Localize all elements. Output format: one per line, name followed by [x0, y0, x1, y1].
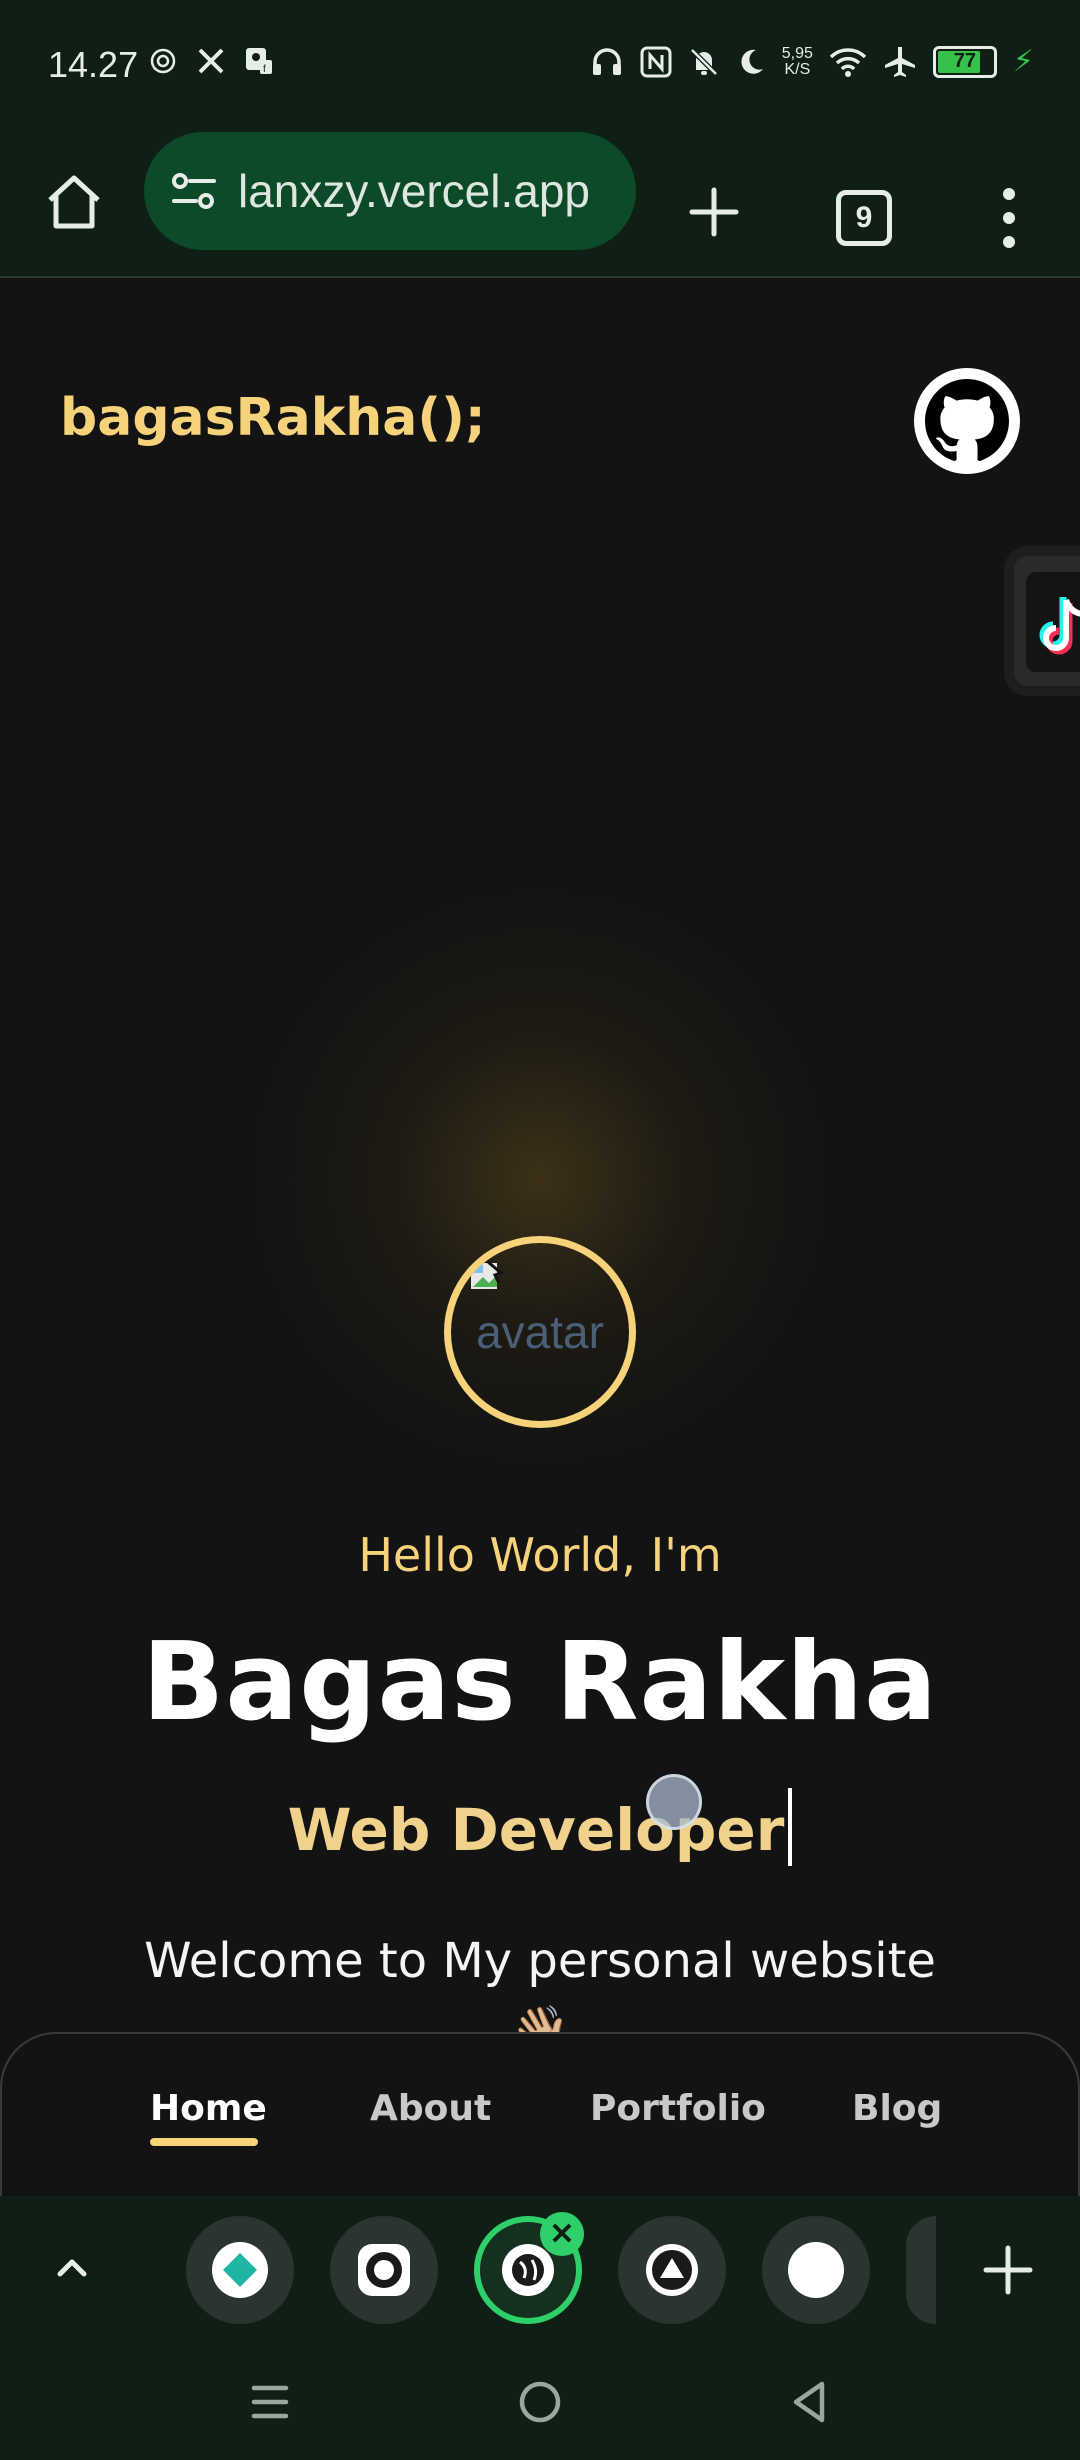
- headset-icon: [592, 47, 621, 75]
- touch-indicator: [646, 1774, 702, 1830]
- greeting-text: Hello World, I'm: [358, 1528, 722, 1582]
- github-icon[interactable]: [914, 368, 1020, 474]
- add-tab-plus-icon[interactable]: [980, 2242, 1036, 2298]
- diamond-favicon-icon: [212, 2242, 268, 2298]
- tab-favicon-diamond[interactable]: [186, 2216, 294, 2324]
- do-not-disturb-moon-icon: [741, 49, 763, 74]
- github-favicon-icon: [358, 2244, 410, 2296]
- hotspot-icon: [150, 48, 176, 74]
- airplane-mode-icon: [884, 46, 915, 77]
- tab-favicon-github[interactable]: [330, 2216, 438, 2324]
- role-text: Web Developer: [287, 1796, 785, 1864]
- avatar-alt-text: avatar: [476, 1306, 604, 1358]
- tab-favicon-partial[interactable]: [906, 2216, 936, 2324]
- triangle-favicon-icon: [646, 2244, 698, 2296]
- floating-tiktok-bubble[interactable]: [1004, 546, 1080, 696]
- github-mark: [925, 379, 1009, 461]
- overflow-menu-icon[interactable]: [998, 188, 1020, 248]
- site-brand-logo[interactable]: bagasRakha();: [60, 388, 486, 448]
- system-navigation-bar: [0, 2344, 1080, 2460]
- blank-favicon-icon: [788, 2242, 844, 2298]
- tab-favicon-blank[interactable]: [762, 2216, 870, 2324]
- web-page: bagasRakha(); avatar Hello World, I'm Ba…: [0, 278, 1080, 2194]
- browser-toolbar: lanxzy.vercel.app 9: [0, 130, 1080, 278]
- tiktok-icon: [1026, 572, 1080, 672]
- new-tab-plus-icon[interactable]: [688, 186, 740, 238]
- contact-badge-icon: f: [246, 48, 272, 75]
- tab-active-current-site[interactable]: ✕: [474, 2212, 584, 2324]
- role-typing-text: Web Developer: [0, 1788, 1080, 1866]
- hero-name: Bagas Rakha: [142, 1620, 938, 1745]
- home-icon[interactable]: [42, 170, 106, 234]
- tab-favicon-triangle[interactable]: [618, 2216, 726, 2324]
- home-circle-icon[interactable]: [514, 2376, 566, 2428]
- nav-about[interactable]: About: [370, 2088, 491, 2129]
- broken-image-icon: [471, 1259, 503, 1289]
- nav-blog[interactable]: Blog: [852, 2088, 942, 2129]
- chevron-up-icon[interactable]: [48, 2244, 96, 2292]
- browser-tab-strip: ✕: [0, 2196, 1080, 2344]
- x-app-icon: [198, 48, 224, 74]
- status-system-icons: 5,95 K/S 77 ⚡: [590, 44, 1034, 79]
- tab-switcher-button[interactable]: 9: [836, 190, 892, 246]
- nav-active-underline: [150, 2138, 258, 2146]
- mute-bell-icon: [690, 47, 718, 76]
- status-notification-icons: f: [148, 46, 274, 76]
- nav-portfolio[interactable]: Portfolio: [590, 2088, 766, 2129]
- wifi-icon: [829, 47, 867, 77]
- nfc-icon: [640, 46, 672, 77]
- recents-menu-icon[interactable]: [244, 2376, 296, 2428]
- url-bar[interactable]: lanxzy.vercel.app: [144, 132, 636, 250]
- site-bottom-nav: Home About Portfolio Blog: [0, 2032, 1080, 2196]
- status-time: 14.27: [48, 44, 139, 85]
- status-bar: 14.27 f 5,95 K/S 77 ⚡: [0, 0, 1080, 130]
- battery-indicator: 77: [932, 45, 997, 78]
- network-speed: 5,95 K/S: [781, 44, 813, 78]
- close-tab-icon[interactable]: ✕: [540, 2212, 584, 2256]
- typing-caret: [788, 1788, 793, 1866]
- charging-bolt-icon: ⚡: [1012, 44, 1034, 79]
- site-settings-icon[interactable]: [166, 163, 222, 219]
- nav-home[interactable]: Home: [150, 2088, 267, 2129]
- url-text[interactable]: lanxzy.vercel.app: [238, 164, 590, 218]
- avatar: avatar: [444, 1236, 636, 1428]
- back-triangle-icon[interactable]: [784, 2376, 836, 2428]
- svg-text:f: f: [263, 64, 266, 75]
